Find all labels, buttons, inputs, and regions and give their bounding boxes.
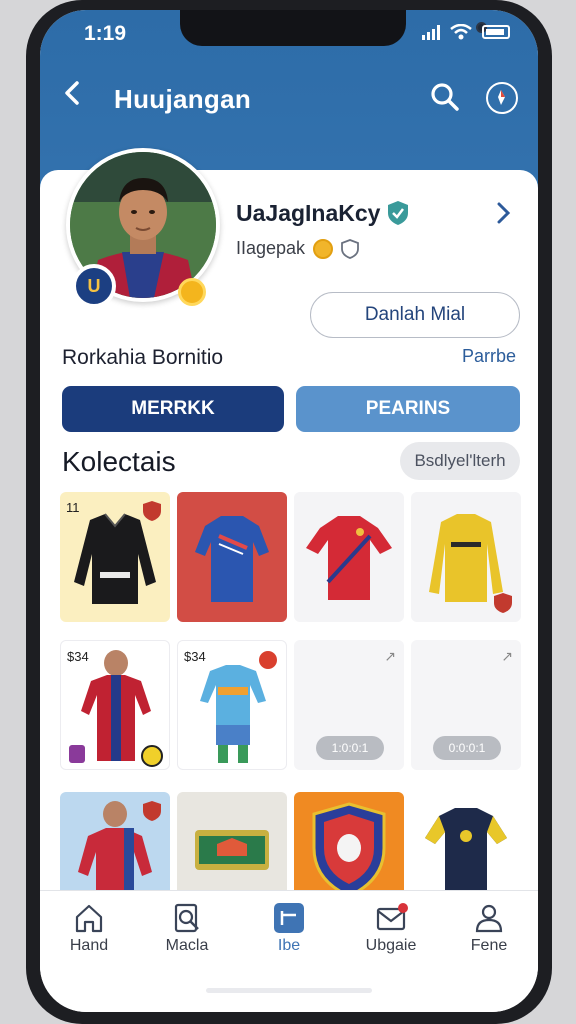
back-button[interactable] (58, 78, 88, 114)
collection-item[interactable]: ↗ 1:0:0:1 (294, 640, 404, 770)
crest-icon (312, 802, 386, 898)
profile-subtitle-row: IIagepak (236, 238, 359, 259)
navy-jersey-icon (425, 808, 507, 900)
collection-item[interactable] (60, 792, 170, 900)
section-name: Rorkahia Bornitio (62, 346, 224, 369)
search-icon (431, 83, 459, 111)
follow-button[interactable]: Danlah Mial (310, 292, 520, 338)
coin-icon (313, 238, 334, 259)
nav-item-inbox[interactable]: Ibe (244, 891, 334, 971)
blue-kit-icon (200, 665, 266, 763)
collection-item[interactable] (177, 792, 287, 900)
signal-icon (422, 24, 440, 40)
compass-button[interactable] (486, 82, 518, 114)
nav-item-search[interactable]: Macla (142, 891, 232, 971)
section-link[interactable]: Parrbe (462, 346, 516, 367)
top-bar: Huujangan (40, 70, 538, 122)
blue-jersey-icon (195, 516, 269, 602)
chevron-left-icon (65, 81, 79, 105)
expand-icon: ↗ (384, 648, 396, 664)
nav-label: Ibe (277, 937, 301, 954)
notch (180, 10, 487, 46)
medal-icon (141, 745, 163, 767)
profile-chevron-button[interactable] (494, 200, 512, 233)
username: UaJagInaKcy (236, 200, 381, 226)
shield-icon (341, 238, 359, 259)
phone-frame: 1:19 Huujangan U UaJagInaKcy IIagepak Da… (26, 0, 552, 1024)
nav-label: Hand (69, 937, 109, 954)
home-icon (75, 904, 103, 933)
collection-title: Kolectais (62, 446, 176, 477)
page-title: Huujangan (114, 84, 252, 114)
nav-label: Macla (165, 937, 209, 954)
wifi-icon (450, 24, 472, 40)
club-crest-icon (69, 745, 85, 763)
verified-shield-icon (388, 201, 408, 225)
nav-label: Ubgaie (365, 937, 417, 954)
collection-filter-button[interactable]: Bsdlyel'lterh (400, 442, 520, 480)
screen: 1:19 Huujangan U UaJagInaKcy IIagepak Da… (40, 10, 538, 1012)
collection-item[interactable]: $34 (177, 640, 287, 770)
chevron-right-icon (497, 202, 511, 224)
red-jersey-icon (306, 516, 392, 600)
status-time: 1:19 (84, 22, 127, 45)
nav-label: Fene (470, 937, 508, 954)
collection-item[interactable] (411, 792, 521, 900)
mail-icon (376, 903, 408, 931)
collection-item[interactable] (294, 492, 404, 622)
black-coat-icon (74, 513, 156, 604)
bottom-nav: Hand Macla Ibe Ubgaie Fene (40, 890, 538, 970)
expand-icon: ↗ (501, 648, 513, 664)
placeholder-pill: 1:0:0:1 (316, 736, 384, 760)
placeholder-pill: 0:0:0:1 (433, 736, 501, 760)
collection-item[interactable] (411, 492, 521, 622)
nav-item-messages[interactable]: Ubgaie (346, 891, 436, 971)
inbox-icon (274, 903, 304, 933)
battery-icon (482, 25, 510, 39)
search-button[interactable] (428, 80, 462, 114)
collection-item[interactable] (294, 792, 404, 900)
compass-icon (498, 90, 505, 105)
user-icon (475, 904, 503, 933)
home-indicator (206, 988, 372, 993)
collection-item[interactable]: $34 (60, 640, 170, 770)
club-crest-icon (494, 593, 512, 613)
collection-item[interactable]: ↗ 0:0:0:1 (411, 640, 521, 770)
collection-item[interactable] (177, 492, 287, 622)
scarf-icon (195, 830, 269, 870)
status-icons (422, 24, 510, 40)
player-blue-kit-icon (78, 801, 152, 900)
club-badge-icon: U (72, 264, 116, 308)
profile-subtitle: IIagepak (236, 238, 306, 258)
tab-secondary[interactable]: PEARINS (296, 386, 520, 432)
medal-icon (178, 278, 206, 306)
nav-item-home[interactable]: Hand (44, 891, 134, 971)
nav-item-profile[interactable]: Fene (444, 891, 534, 971)
collection-item[interactable]: 11 (60, 492, 170, 622)
tab-primary[interactable]: MERRKK (62, 386, 284, 432)
search-doc-icon (174, 903, 199, 933)
